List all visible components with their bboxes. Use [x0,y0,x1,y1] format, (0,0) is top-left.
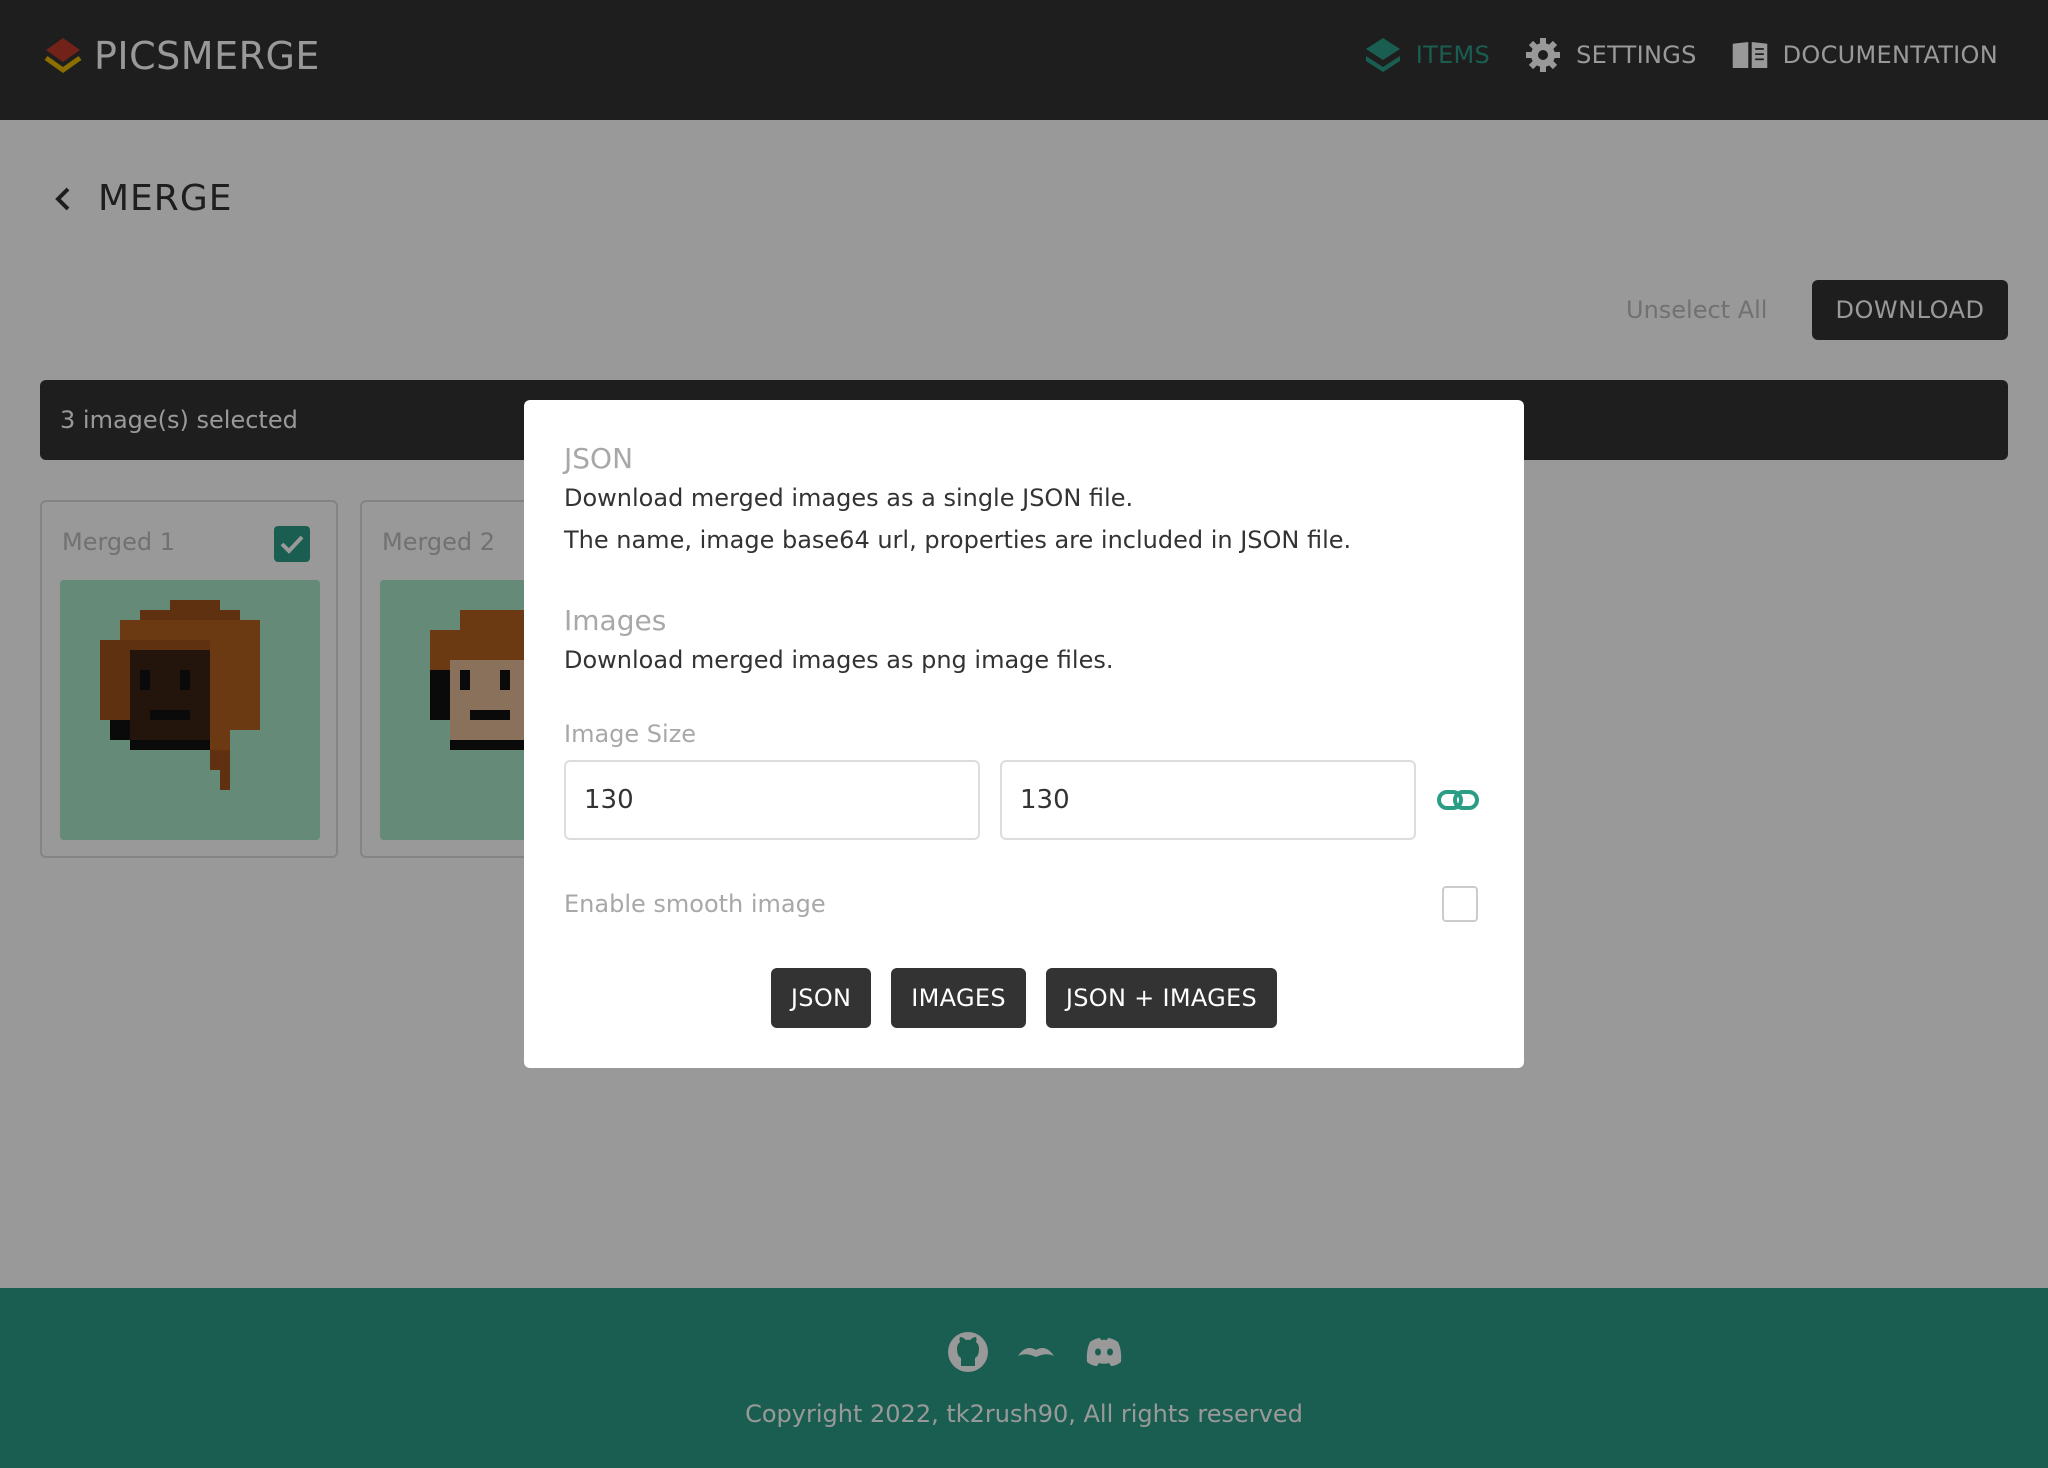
download-modal: JSON Download merged images as a single … [524,400,1524,1068]
height-input[interactable] [1000,760,1416,840]
images-button[interactable]: IMAGES [891,968,1026,1028]
smooth-image-label: Enable smooth image [564,890,826,918]
link-icon[interactable] [1436,778,1480,822]
smooth-image-checkbox[interactable] [1442,886,1478,922]
json-description: Download merged images as a single JSON … [564,484,1134,512]
json-button[interactable]: JSON [770,968,872,1028]
width-input[interactable] [564,760,980,840]
json-description-detail: The name, image base64 url, properties a… [564,526,1352,554]
json-section-title: JSON [564,442,634,475]
images-section-title: Images [564,604,667,637]
images-description: Download merged images as png image file… [564,646,1114,674]
image-size-label: Image Size [564,720,697,748]
json-images-button[interactable]: JSON + IMAGES [1045,968,1278,1028]
modal-actions: JSON IMAGES JSON + IMAGES [524,968,1524,1028]
